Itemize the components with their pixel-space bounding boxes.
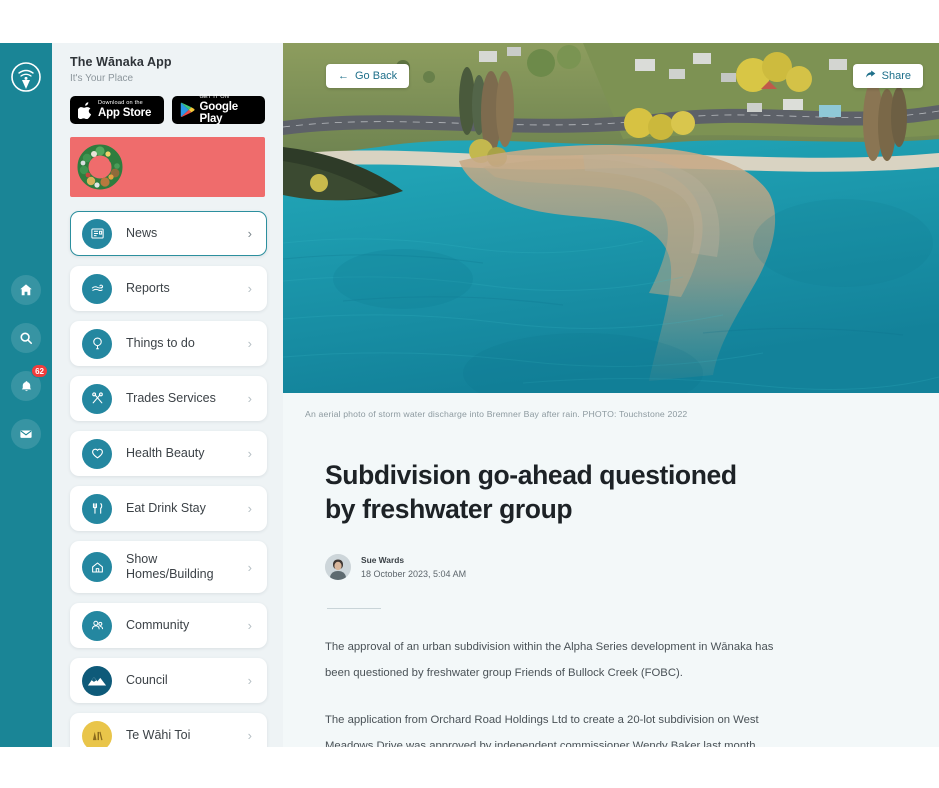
- chevron-right-icon: ›: [247, 728, 252, 743]
- share-icon: [865, 69, 876, 83]
- house-icon: [82, 552, 112, 582]
- author-name: Sue Wards: [361, 554, 404, 565]
- arrow-left-icon: ←: [338, 70, 349, 82]
- mountain-icon: [82, 665, 112, 696]
- wreath-icon: [74, 141, 126, 197]
- sidebar: The Wānaka App It's Your Place Download …: [52, 43, 283, 747]
- screenshot-root: 62 The Wānaka App It's Your Place Downlo…: [0, 0, 939, 788]
- byline: Sue Wards 18 October 2023, 5:04 AM: [325, 554, 899, 581]
- go-back-button[interactable]: ← Go Back: [326, 64, 410, 88]
- sidebar-item-label: Eat Drink Stay: [126, 501, 206, 516]
- go-back-label: Go Back: [355, 70, 398, 82]
- share-button[interactable]: Share: [852, 64, 923, 88]
- chevron-right-icon: ›: [247, 618, 252, 633]
- sidebar-item-health-beauty[interactable]: Health Beauty ›: [70, 431, 267, 476]
- brand-title: The Wānaka App: [70, 55, 172, 69]
- app-store-button[interactable]: Download on the App Store: [70, 96, 164, 124]
- sidebar-item-trades-services[interactable]: Trades Services ›: [70, 376, 267, 421]
- aerial-bay-photo: [283, 43, 939, 393]
- sidebar-item-label: Community: [126, 618, 190, 633]
- published-date: 18 October 2023, 5:04 AM: [361, 568, 467, 579]
- sidebar-item-show-homes-building[interactable]: Show Homes/Building ›: [70, 541, 267, 593]
- chevron-right-icon: ›: [247, 281, 252, 296]
- brand-tagline: It's Your Place: [70, 73, 134, 84]
- sidebar-item-community[interactable]: Community ›: [70, 603, 267, 648]
- chevron-right-icon: ›: [247, 391, 252, 406]
- sidebar-item-label: Show Homes/Building: [126, 552, 214, 581]
- christmas-wreath-banner[interactable]: [70, 137, 265, 197]
- brand-block: The Wānaka App It's Your Place: [52, 53, 283, 84]
- balloon-icon: [82, 328, 112, 359]
- apple-icon: [78, 101, 93, 119]
- sidebar-item-news[interactable]: News ›: [70, 211, 267, 256]
- notification-badge: 62: [31, 364, 48, 378]
- chevron-right-icon: ›: [247, 673, 252, 688]
- divider: [327, 608, 381, 610]
- main-content: ← Go Back Share An aerial photo of storm…: [283, 43, 939, 747]
- sidebar-item-council[interactable]: Council ›: [70, 658, 267, 703]
- image-caption: An aerial photo of storm water discharge…: [305, 409, 688, 419]
- newspaper-icon: [82, 218, 112, 249]
- chevron-right-icon: ›: [247, 559, 252, 575]
- home-icon[interactable]: [11, 275, 41, 305]
- google-play-label: Google Play: [199, 100, 239, 125]
- sidebar-item-label: Te Wāhi Toi: [126, 728, 191, 743]
- tools-icon: [82, 383, 112, 414]
- sidebar-item-te-wahi-toi[interactable]: Te Wāhi Toi ›: [70, 713, 267, 747]
- chevron-right-icon: ›: [247, 446, 252, 461]
- page-bottom-whitespace: [0, 747, 939, 788]
- sidebar-item-label: Trades Services: [126, 391, 216, 406]
- sidebar-item-eat-drink-stay[interactable]: Eat Drink Stay ›: [70, 486, 267, 531]
- sidebar-item-label: Health Beauty: [126, 446, 205, 461]
- rail-icon-group: 62: [0, 275, 52, 467]
- heart-icon: [82, 438, 112, 469]
- google-play-icon: [180, 102, 195, 118]
- sidebar-item-label: Council: [126, 673, 168, 688]
- share-label: Share: [881, 70, 911, 82]
- mail-icon[interactable]: [11, 419, 41, 449]
- sidebar-item-things-to-do[interactable]: Things to do ›: [70, 321, 267, 366]
- sidebar-item-label: Reports: [126, 281, 170, 296]
- people-icon: [82, 610, 112, 641]
- page-title: Subdivision go-ahead questioned by fresh…: [325, 460, 737, 524]
- icon-rail: 62: [0, 43, 52, 747]
- app-viewport: 62 The Wānaka App It's Your Place Downlo…: [0, 43, 939, 747]
- sidebar-item-label: Things to do: [126, 336, 195, 351]
- sidebar-menu: News › Reports › Things to do › Trades S…: [52, 211, 283, 747]
- chevron-right-icon: ›: [247, 501, 252, 516]
- sidebar-item-label: News: [126, 226, 158, 241]
- cutlery-icon: [82, 493, 112, 524]
- avatar: [325, 554, 351, 581]
- sidebar-item-reports[interactable]: Reports ›: [70, 266, 267, 311]
- chevron-right-icon: ›: [247, 226, 252, 241]
- article-paragraph: The application from Orchard Road Holdin…: [325, 714, 759, 747]
- google-play-button[interactable]: GET IT ON Google Play: [171, 94, 265, 125]
- bell-icon[interactable]: 62: [11, 364, 48, 401]
- wanaka-app-logo-icon[interactable]: [10, 61, 42, 93]
- hero-image: ← Go Back Share: [283, 43, 939, 393]
- chevron-right-icon: ›: [247, 336, 252, 351]
- article-paragraph: The approval of an urban subdivision wit…: [325, 641, 774, 679]
- store-badges: Download on the App Store GET IT ON Goog…: [52, 84, 283, 125]
- art-coin-icon: [82, 720, 112, 747]
- article: Subdivision go-ahead questioned by fresh…: [283, 419, 939, 747]
- browser-top-band: [0, 0, 939, 43]
- search-icon[interactable]: [11, 323, 41, 353]
- weather-icon: [82, 273, 112, 304]
- app-store-label: App Store: [98, 106, 152, 119]
